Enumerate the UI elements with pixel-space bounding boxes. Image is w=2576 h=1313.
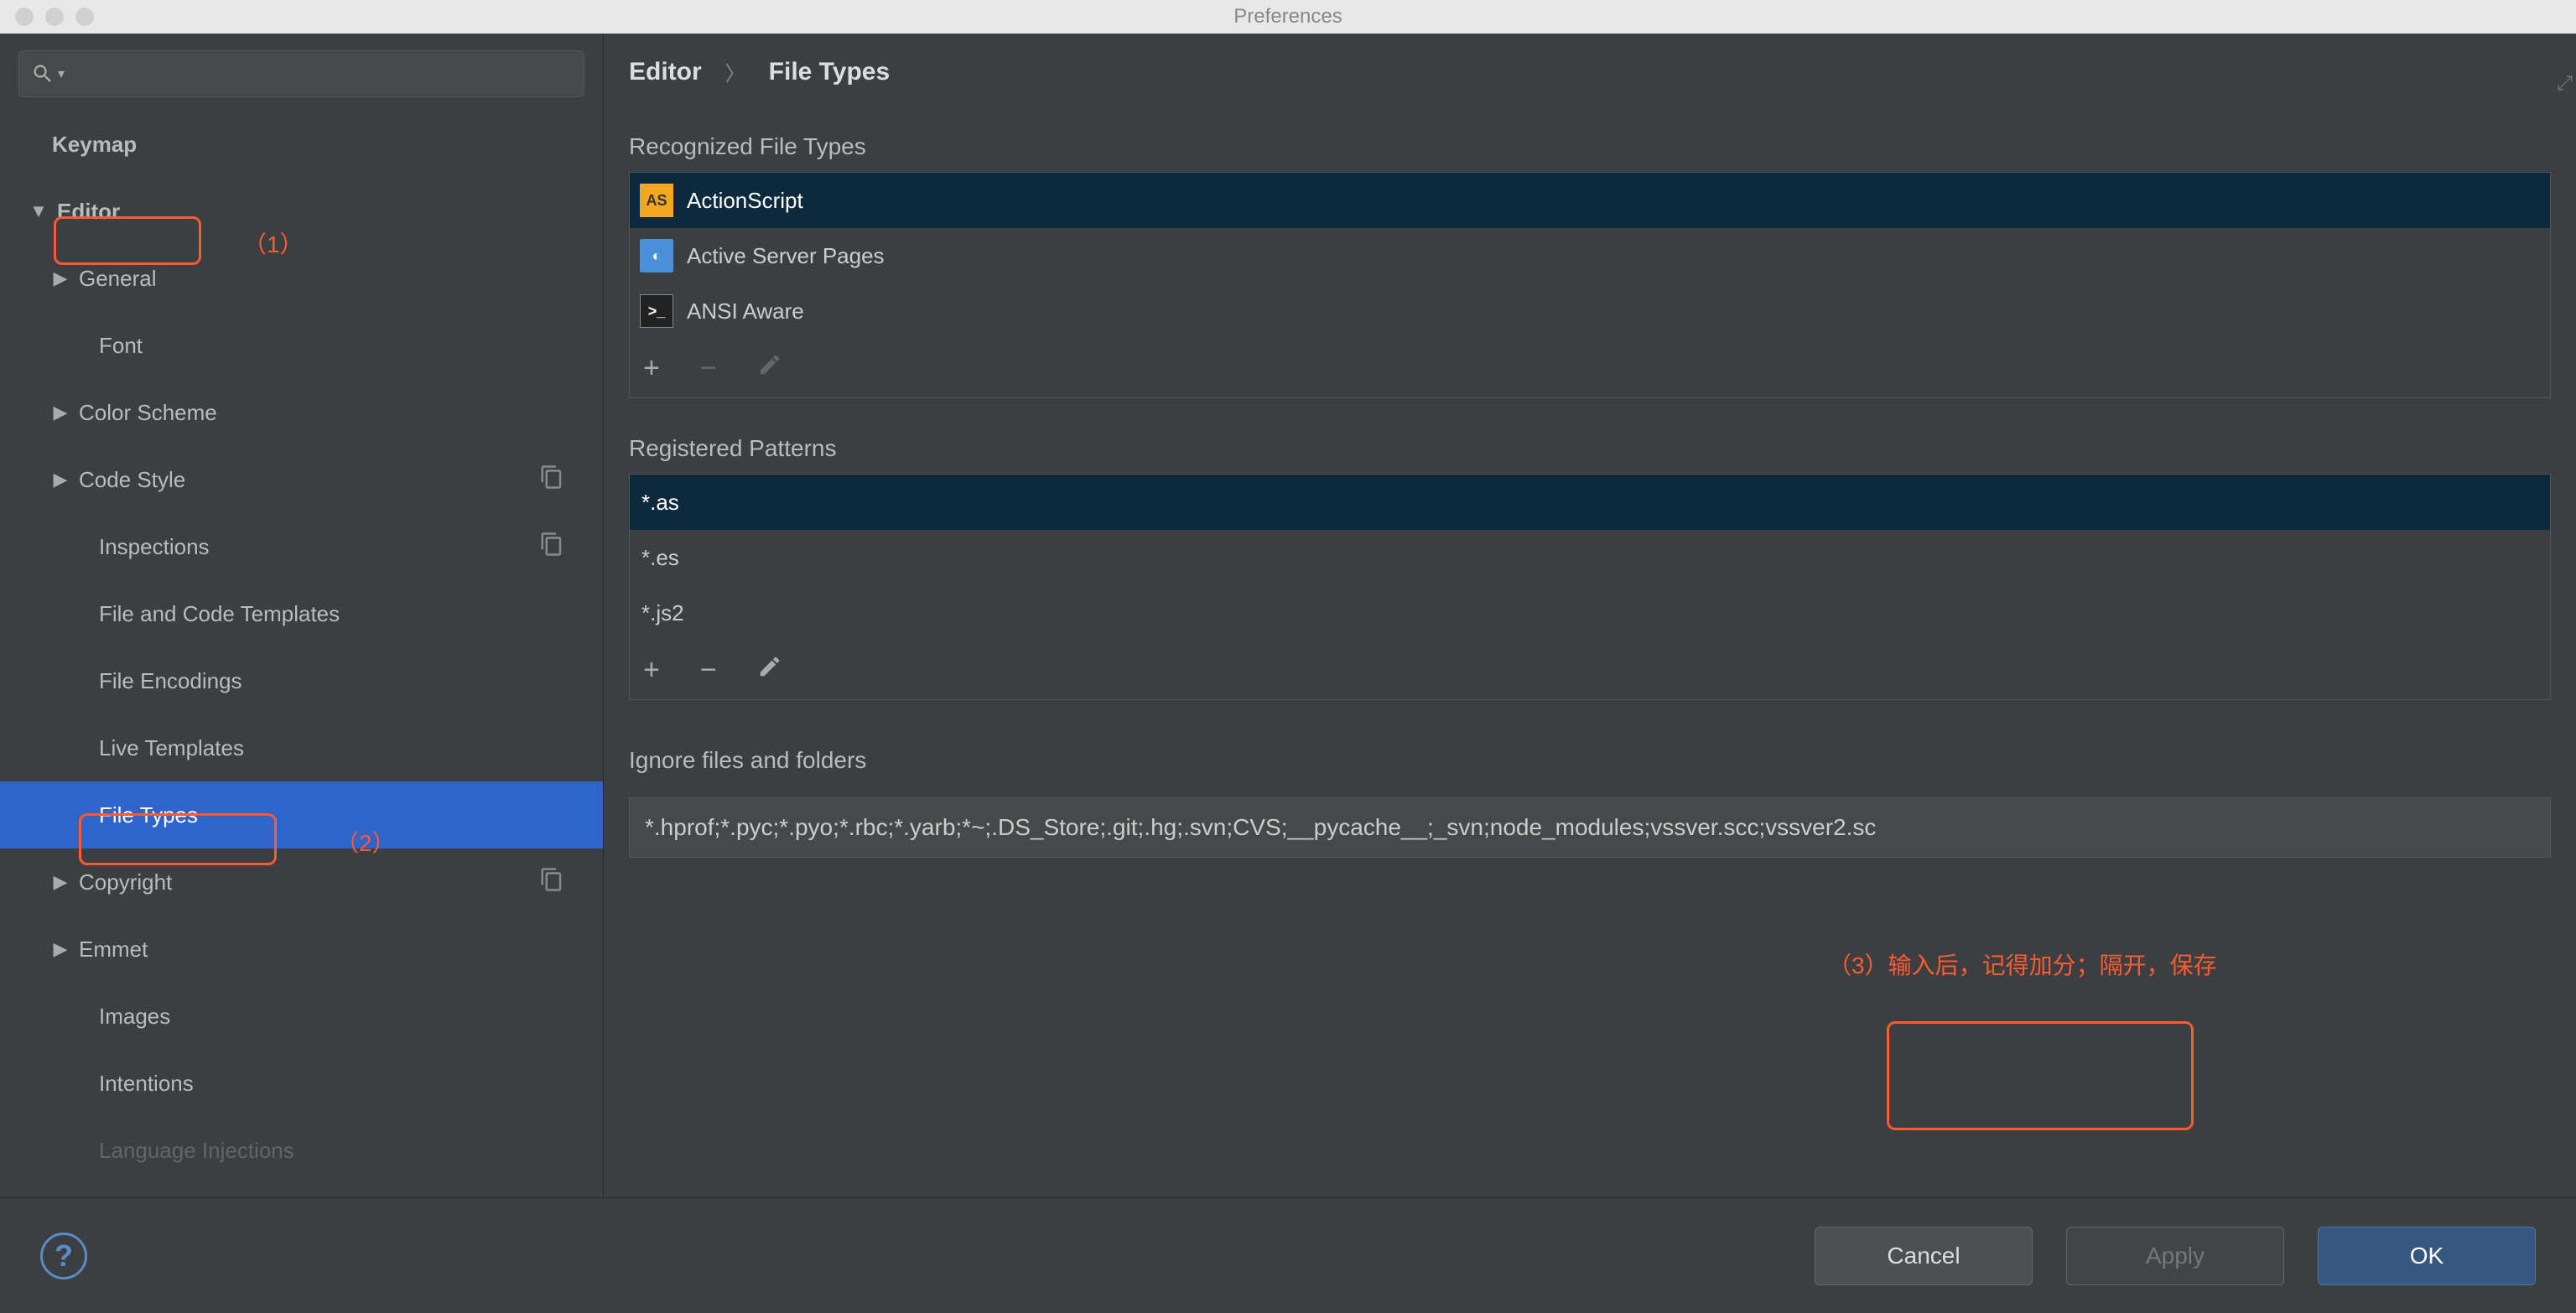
list-item[interactable]: *.es (630, 530, 2550, 585)
recognized-file-types-list[interactable]: AS ActionScript ◐ Active Server Pages >_… (629, 172, 2551, 398)
file-types-toolbar: + − (630, 339, 2550, 397)
sidebar-item-label: General (79, 266, 157, 292)
sidebar-item-images[interactable]: Images (0, 983, 603, 1050)
cancel-button[interactable]: Cancel (1815, 1227, 2033, 1285)
sidebar-item-label: Keymap (52, 132, 137, 158)
list-item-label: Active Server Pages (687, 243, 885, 269)
list-item[interactable]: ◐ Active Server Pages (630, 228, 2550, 283)
chevron-right-icon[interactable] (47, 938, 74, 960)
chevron-right-icon[interactable] (47, 871, 74, 893)
help-button[interactable]: ? (40, 1233, 87, 1279)
asp-icon: ◐ (640, 239, 673, 272)
sidebar-item-code-style[interactable]: Code Style (0, 446, 603, 513)
zoom-window-icon[interactable] (75, 8, 94, 26)
sidebar-item-font[interactable]: Font (0, 312, 603, 379)
sidebar-item-label: Editor (57, 199, 120, 225)
sidebar-item-keymap[interactable]: Keymap (0, 111, 603, 178)
expand-icon[interactable]: ⤢ (2557, 72, 2573, 96)
list-item-label: ANSI Aware (687, 298, 804, 324)
project-scope-icon (539, 867, 564, 898)
remove-button: − (700, 352, 717, 385)
sidebar-item-inspections[interactable]: Inspections (0, 513, 603, 580)
registered-patterns-list[interactable]: *.as *.es *.js2 + − (629, 474, 2551, 700)
sidebar-item-emmet[interactable]: Emmet (0, 916, 603, 983)
sidebar-item-label: Live Templates (99, 735, 244, 761)
button-label: Apply (2146, 1243, 2205, 1269)
sidebar-item-general[interactable]: General (0, 245, 603, 312)
sidebar-item-copyright[interactable]: Copyright (0, 849, 603, 916)
sidebar-item-label: Emmet (79, 937, 148, 963)
ok-button[interactable]: OK (2318, 1227, 2536, 1285)
sidebar: ▾ Keymap Editor General Font Color Schem… (0, 34, 604, 1197)
sidebar-item-label: Code Style (79, 467, 185, 493)
remove-button[interactable]: − (700, 654, 717, 687)
sidebar-item-file-code-templates[interactable]: File and Code Templates (0, 580, 603, 647)
breadcrumb-editor[interactable]: Editor (629, 58, 702, 86)
sidebar-item-editor[interactable]: Editor (0, 178, 603, 245)
add-button[interactable]: + (643, 352, 660, 385)
sidebar-item-live-templates[interactable]: Live Templates (0, 714, 603, 781)
ignore-files-label: Ignore files and folders (629, 747, 866, 774)
sidebar-item-language-injections[interactable]: Language Injections (0, 1117, 603, 1184)
list-item-label: *.es (641, 545, 679, 571)
sidebar-item-label: File and Code Templates (99, 601, 340, 627)
add-button[interactable]: + (643, 654, 660, 687)
chevron-right-icon[interactable] (47, 402, 74, 423)
breadcrumb: Editor 〉 File Types (629, 57, 2551, 86)
project-scope-icon (539, 464, 564, 496)
dialog-footer: ? Cancel Apply OK (0, 1197, 2576, 1313)
window-controls (0, 8, 94, 26)
sidebar-item-label: Inspections (99, 534, 210, 560)
sidebar-item-label: Copyright (79, 869, 172, 895)
titlebar: Preferences (0, 0, 2576, 34)
sidebar-item-label: File Encodings (99, 668, 242, 694)
list-item-label: *.js2 (641, 600, 684, 626)
button-label: Cancel (1887, 1243, 1960, 1269)
patterns-toolbar: + − (630, 641, 2550, 699)
list-item[interactable]: *.js2 (630, 585, 2550, 641)
list-item[interactable]: >_ ANSI Aware (630, 283, 2550, 339)
list-item-label: ActionScript (687, 188, 803, 214)
sidebar-item-color-scheme[interactable]: Color Scheme (0, 379, 603, 446)
list-item[interactable]: *.as (630, 475, 2550, 530)
project-scope-icon (539, 532, 564, 563)
minimize-window-icon[interactable] (45, 8, 64, 26)
ignore-files-input[interactable] (629, 797, 2551, 858)
window-title: Preferences (1233, 5, 1342, 29)
settings-tree: Keymap Editor General Font Color Scheme … (0, 111, 603, 1197)
breadcrumb-file-types: File Types (769, 58, 891, 86)
apply-button: Apply (2066, 1227, 2284, 1285)
chevron-down-icon[interactable] (25, 200, 52, 222)
chevron-right-icon: 〉 (725, 57, 745, 86)
sidebar-item-label: Images (99, 1004, 170, 1030)
list-item-label: *.as (641, 490, 679, 516)
content-panel: ⤢ Editor 〉 File Types Recognized File Ty… (604, 34, 2576, 1197)
button-label: OK (2410, 1243, 2444, 1269)
list-item[interactable]: AS ActionScript (630, 173, 2550, 228)
sidebar-item-label: Color Scheme (79, 400, 217, 426)
sidebar-item-label: Font (99, 333, 143, 359)
sidebar-item-file-encodings[interactable]: File Encodings (0, 647, 603, 714)
search-icon (31, 62, 55, 86)
registered-patterns-label: Registered Patterns (629, 435, 2551, 462)
sidebar-item-label: Language Injections (99, 1138, 294, 1164)
sidebar-item-file-types[interactable]: File Types (0, 781, 603, 849)
edit-button[interactable] (757, 654, 782, 687)
edit-button (757, 352, 782, 385)
chevron-down-icon[interactable]: ▾ (58, 65, 65, 82)
sidebar-item-intentions[interactable]: Intentions (0, 1050, 603, 1117)
sidebar-item-label: Intentions (99, 1071, 194, 1097)
recognized-file-types-label: Recognized File Types (629, 133, 2551, 160)
ansi-icon: >_ (640, 294, 673, 328)
sidebar-item-label: File Types (99, 802, 198, 828)
chevron-right-icon[interactable] (47, 469, 74, 490)
chevron-right-icon[interactable] (47, 267, 74, 289)
actionscript-icon: AS (640, 184, 673, 217)
close-window-icon[interactable] (15, 8, 34, 26)
search-input[interactable]: ▾ (18, 50, 584, 97)
